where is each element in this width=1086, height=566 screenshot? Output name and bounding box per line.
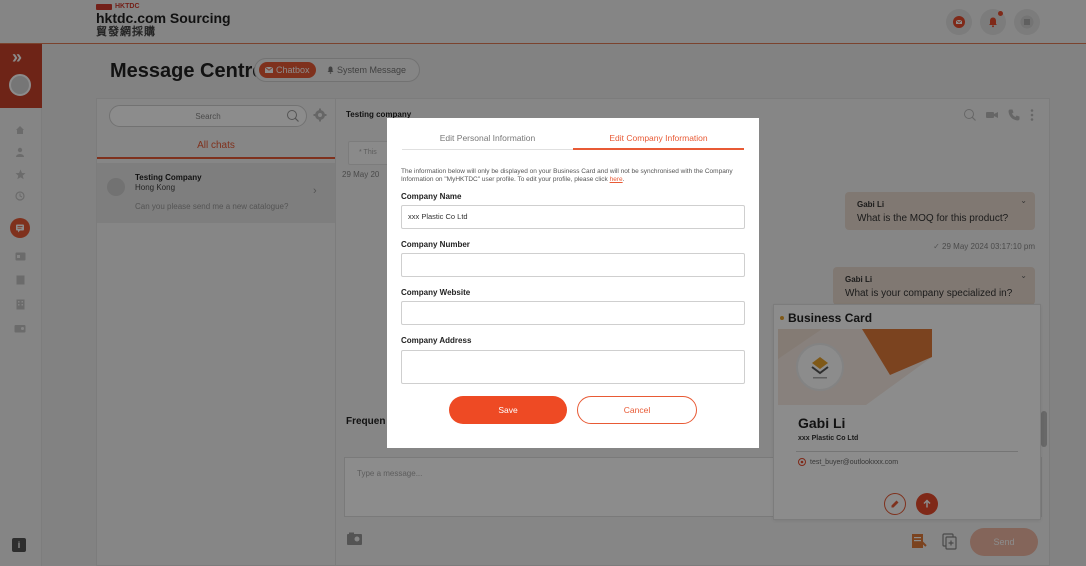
company-address-label: Company Address — [401, 336, 472, 345]
company-number-field[interactable] — [401, 253, 745, 277]
info-notice-text: The information below will only be displ… — [401, 168, 733, 183]
edit-information-dialog: Edit Personal Information Edit Company I… — [387, 118, 759, 448]
info-notice: The information below will only be displ… — [401, 168, 745, 183]
company-website-label: Company Website — [401, 288, 471, 297]
company-name-field[interactable]: xxx Plastic Co Ltd — [401, 205, 745, 229]
profile-link[interactable]: here — [610, 176, 623, 183]
company-name-label: Company Name — [401, 192, 462, 201]
tab-edit-company-information[interactable]: Edit Company Information — [573, 126, 744, 150]
company-website-field[interactable] — [401, 301, 745, 325]
tab-edit-personal-information[interactable]: Edit Personal Information — [402, 126, 573, 150]
save-button[interactable]: Save — [449, 396, 567, 424]
company-number-label: Company Number — [401, 240, 470, 249]
info-notice-end: . — [622, 175, 625, 183]
company-address-field[interactable] — [401, 350, 745, 384]
cancel-button[interactable]: Cancel — [577, 396, 697, 424]
